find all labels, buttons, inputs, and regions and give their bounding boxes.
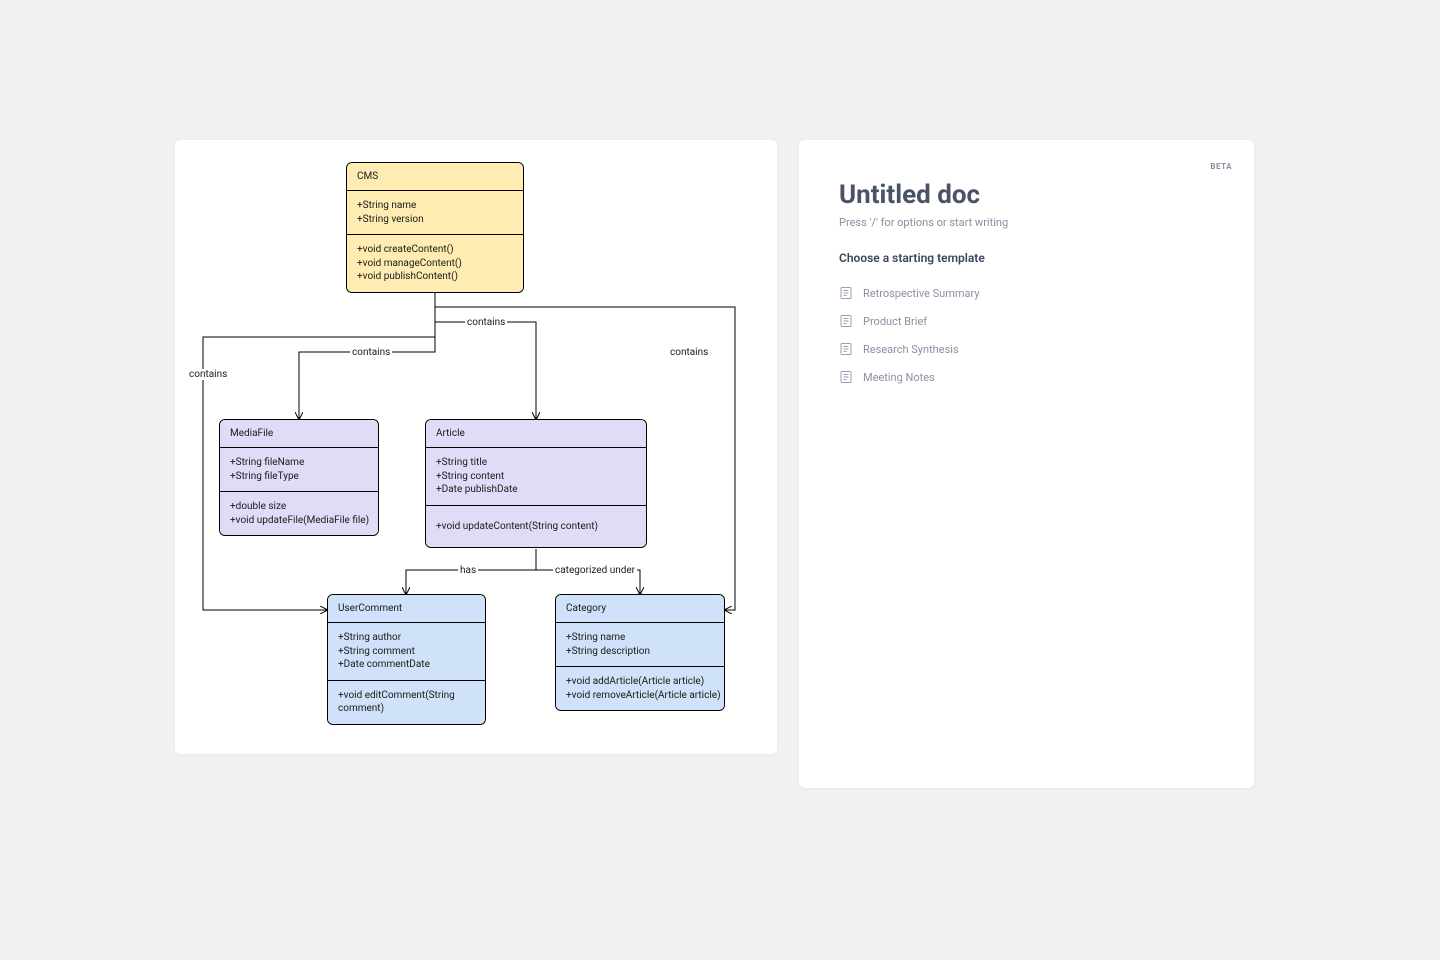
class-attributes: +String title +String content +Date publ… <box>426 448 646 506</box>
class-name: Category <box>556 595 724 623</box>
document-icon <box>839 314 853 328</box>
class-methods: +void createContent() +void manageConten… <box>347 235 523 292</box>
class-name: CMS <box>347 163 523 191</box>
class-name: Article <box>426 420 646 448</box>
class-box-cms[interactable]: CMS +String name +String version +void c… <box>346 162 524 293</box>
beta-badge: BETA <box>1210 162 1232 171</box>
link-label-has: has <box>458 565 478 576</box>
class-attributes: +String name +String version <box>347 191 523 235</box>
template-list: Retrospective Summary Product Brief Rese… <box>839 279 1214 391</box>
class-box-category[interactable]: Category +String name +String descriptio… <box>555 594 725 711</box>
class-box-usercomment[interactable]: UserComment +String author +String comme… <box>327 594 486 725</box>
class-box-mediafile[interactable]: MediaFile +String fileName +String fileT… <box>219 419 379 536</box>
diagram-panel: contains contains contains contains has … <box>175 140 777 754</box>
template-label: Product Brief <box>863 315 927 328</box>
template-item-research-synthesis[interactable]: Research Synthesis <box>839 335 1214 363</box>
document-icon <box>839 370 853 384</box>
document-icon <box>839 342 853 356</box>
template-heading: Choose a starting template <box>839 251 1214 265</box>
link-label-contains-3: contains <box>187 369 229 380</box>
template-item-product-brief[interactable]: Product Brief <box>839 307 1214 335</box>
link-label-contains-4: contains <box>668 347 710 358</box>
class-attributes: +String fileName +String fileType <box>220 448 378 492</box>
class-attributes: +String author +String comment +Date com… <box>328 623 485 681</box>
class-methods: +double size +void updateFile(MediaFile … <box>220 492 378 535</box>
class-box-article[interactable]: Article +String title +String content +D… <box>425 419 647 548</box>
template-label: Meeting Notes <box>863 371 935 384</box>
document-title[interactable]: Untitled doc <box>839 180 1214 210</box>
class-methods: +void updateContent(String content) <box>426 506 646 548</box>
template-label: Retrospective Summary <box>863 287 980 300</box>
class-attributes: +String name +String description <box>556 623 724 667</box>
document-hint: Press '/' for options or start writing <box>839 216 1214 229</box>
document-panel: BETA Untitled doc Press '/' for options … <box>799 140 1254 788</box>
link-label-categorized-under: categorized under <box>553 565 637 576</box>
template-item-retrospective[interactable]: Retrospective Summary <box>839 279 1214 307</box>
class-methods: +void editComment(String comment) <box>328 681 485 724</box>
class-methods: +void addArticle(Article article) +void … <box>556 667 724 710</box>
link-label-contains-1: contains <box>465 317 507 328</box>
template-label: Research Synthesis <box>863 343 959 356</box>
class-name: UserComment <box>328 595 485 623</box>
link-label-contains-2: contains <box>350 347 392 358</box>
class-name: MediaFile <box>220 420 378 448</box>
document-icon <box>839 286 853 300</box>
template-item-meeting-notes[interactable]: Meeting Notes <box>839 363 1214 391</box>
